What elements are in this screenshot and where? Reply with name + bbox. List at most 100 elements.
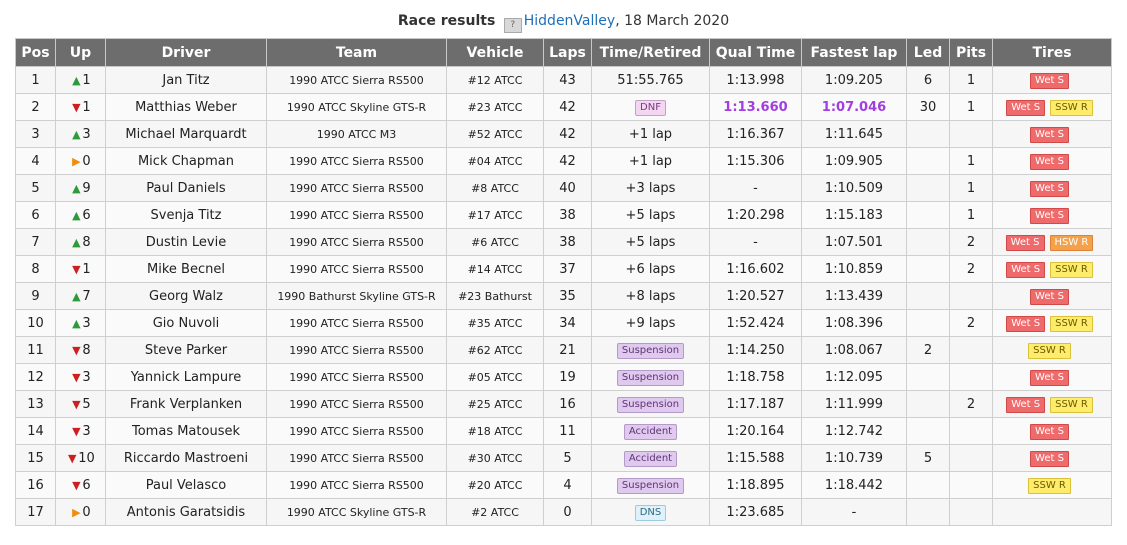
pos-cell: 14 bbox=[15, 417, 56, 445]
time-cell: Suspension bbox=[591, 336, 710, 364]
vehicle-cell: #52 ATCC bbox=[446, 120, 544, 148]
time-cell: Suspension bbox=[591, 390, 710, 418]
tire-badge: Wet S bbox=[1030, 423, 1069, 440]
triangle-up-icon: ▲ bbox=[72, 73, 81, 87]
laps-cell: 38 bbox=[543, 228, 592, 256]
pits-cell: 2 bbox=[949, 390, 993, 418]
fastest-lap: 1:08.396 bbox=[824, 315, 884, 331]
led-cell bbox=[906, 390, 950, 418]
qual-time: 1:16.367 bbox=[726, 126, 785, 142]
led-cell bbox=[906, 120, 950, 148]
fastest-cell: 1:08.067 bbox=[801, 336, 907, 364]
triangle-up-icon: ▲ bbox=[72, 208, 81, 222]
qual-time: 1:18.758 bbox=[726, 369, 785, 385]
col-led[interactable]: Led bbox=[906, 38, 950, 67]
pits-cell: 2 bbox=[949, 228, 993, 256]
laps-cell: 16 bbox=[543, 390, 592, 418]
fastest-lap: 1:07.046 bbox=[821, 99, 887, 115]
driver-cell: Gio Nuvoli bbox=[105, 309, 267, 337]
fastest-cell: 1:11.999 bbox=[801, 390, 907, 418]
team-cell: 1990 ATCC Sierra RS500 bbox=[266, 444, 447, 472]
results-table: Pos Up Driver Team Vehicle Laps Time/Ret… bbox=[15, 38, 1112, 526]
pos-cell: 9 bbox=[15, 282, 56, 310]
col-pos[interactable]: Pos bbox=[15, 38, 56, 67]
up-cell: ▲ 9 bbox=[55, 174, 106, 202]
track-link[interactable]: HiddenValley bbox=[524, 13, 615, 29]
driver-cell: Georg Walz bbox=[105, 282, 267, 310]
team-cell: 1990 ATCC M3 bbox=[266, 120, 447, 148]
pos-cell: 6 bbox=[15, 201, 56, 229]
table-row: 14 ▼ 3 Tomas Matousek 1990 ATCC Sierra RS500… bbox=[15, 417, 1112, 445]
tire-badge: SSW R bbox=[1050, 99, 1093, 116]
qual-time: 1:52.424 bbox=[726, 315, 785, 331]
status-badge: Suspension bbox=[616, 477, 685, 494]
col-team[interactable]: Team bbox=[266, 38, 447, 67]
tire-badge: Wet S bbox=[1005, 234, 1045, 251]
track-map-icon[interactable]: ? bbox=[503, 18, 522, 33]
time-cell: +1 lap bbox=[591, 120, 710, 148]
vehicle-cell: #23 Bathurst bbox=[446, 282, 544, 310]
col-vehicle[interactable]: Vehicle bbox=[446, 38, 544, 67]
table-row: 6 ▲ 6 Svenja Titz 1990 ATCC Sierra RS500 #17 … bbox=[15, 201, 1112, 229]
col-time[interactable]: Time/Retired bbox=[591, 38, 710, 67]
pos-cell: 1 bbox=[15, 66, 56, 94]
laps-cell: 11 bbox=[543, 417, 592, 445]
driver-cell: Tomas Matousek bbox=[105, 417, 267, 445]
driver-cell: Dustin Levie bbox=[105, 228, 267, 256]
col-tires[interactable]: Tires bbox=[992, 38, 1112, 67]
tires-cell: Wet S bbox=[992, 147, 1112, 175]
qual-cell: 1:52.424 bbox=[709, 309, 802, 337]
pits-cell bbox=[949, 498, 993, 526]
time-cell: DNS bbox=[591, 498, 710, 526]
triangle-down-icon: ▼ bbox=[72, 370, 81, 384]
pits-cell bbox=[949, 363, 993, 391]
pits-cell bbox=[949, 444, 993, 472]
caption-label: Race results bbox=[397, 13, 496, 29]
qual-time: 1:13.660 bbox=[723, 99, 788, 115]
team-cell: 1990 ATCC Sierra RS500 bbox=[266, 417, 447, 445]
tires-cell: Wet S bbox=[992, 363, 1112, 391]
fastest-lap: 1:11.999 bbox=[824, 396, 884, 412]
fastest-lap: 1:15.183 bbox=[824, 207, 884, 223]
positions-gained: 6 bbox=[82, 207, 91, 223]
table-row: 15 ▼ 10 Riccardo Mastroeni 1990 ATCC Sierra … bbox=[15, 444, 1112, 472]
pits-cell bbox=[949, 282, 993, 310]
fastest-cell: 1:10.509 bbox=[801, 174, 907, 202]
laps-cell: 37 bbox=[543, 255, 592, 283]
pos-cell: 8 bbox=[15, 255, 56, 283]
vehicle-cell: #6 ATCC bbox=[446, 228, 544, 256]
table-row: 5 ▲ 9 Paul Daniels 1990 ATCC Sierra RS500 #8 … bbox=[15, 174, 1112, 202]
tire-badge: Wet S bbox=[1030, 450, 1069, 467]
tire-badge: Wet S bbox=[1006, 396, 1046, 413]
up-cell: ▶ 0 bbox=[55, 498, 106, 526]
tires-cell: SSW R bbox=[992, 336, 1112, 364]
led-cell: 30 bbox=[906, 93, 950, 121]
vehicle-cell: #17 ATCC bbox=[446, 201, 544, 229]
fastest-lap: 1:12.742 bbox=[824, 423, 884, 439]
vehicle-cell: #18 ATCC bbox=[446, 417, 544, 445]
pos-cell: 10 bbox=[15, 309, 56, 337]
positions-gained: 6 bbox=[82, 477, 91, 493]
col-pits[interactable]: Pits bbox=[949, 38, 993, 67]
col-driver[interactable]: Driver bbox=[105, 38, 267, 67]
vehicle-cell: #62 ATCC bbox=[446, 336, 544, 364]
col-laps[interactable]: Laps bbox=[543, 38, 592, 67]
tire-badge: Wet S bbox=[1030, 180, 1069, 197]
qual-cell: 1:13.998 bbox=[709, 66, 802, 94]
driver-cell: Antonis Garatsidis bbox=[105, 498, 267, 526]
status-badge: DNF bbox=[635, 99, 666, 116]
col-up[interactable]: Up bbox=[55, 38, 106, 67]
col-fastest[interactable]: Fastest lap bbox=[801, 38, 907, 67]
tire-badge: Wet S bbox=[1006, 315, 1046, 332]
positions-gained: 1 bbox=[82, 72, 91, 88]
up-cell: ▼ 6 bbox=[55, 471, 106, 499]
tires-cell: Wet S bbox=[992, 417, 1112, 445]
laps-cell: 42 bbox=[543, 147, 592, 175]
tires-cell: Wet S bbox=[992, 174, 1112, 202]
up-cell: ▼ 8 bbox=[55, 336, 106, 364]
fastest-lap: 1:18.442 bbox=[824, 477, 884, 493]
table-row: 16 ▼ 6 Paul Velasco 1990 ATCC Sierra RS500 #2… bbox=[15, 471, 1112, 499]
fastest-lap: 1:11.645 bbox=[824, 126, 884, 142]
col-qual[interactable]: Qual Time bbox=[709, 38, 802, 67]
tire-badge: Wet S bbox=[1030, 288, 1069, 305]
